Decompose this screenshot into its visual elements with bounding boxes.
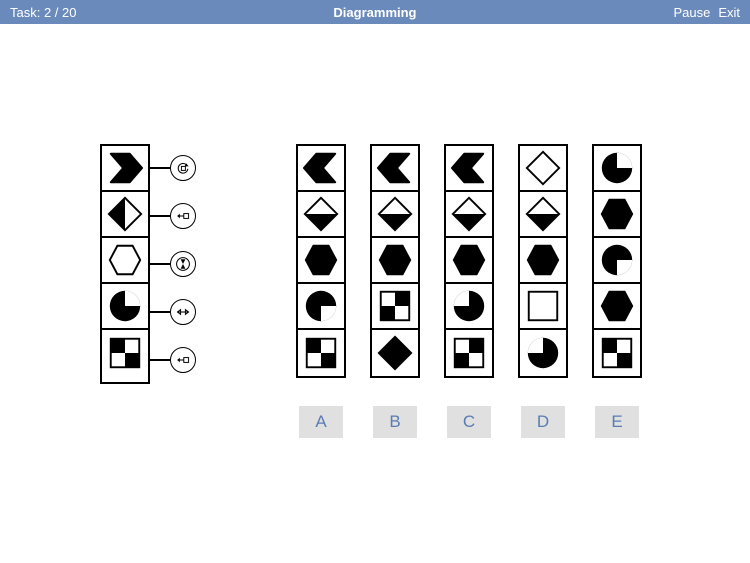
answer-option: C bbox=[444, 144, 494, 438]
answer-cell bbox=[446, 146, 492, 192]
operation-icon bbox=[170, 155, 196, 181]
answer-cell bbox=[594, 284, 640, 330]
source-cell bbox=[102, 192, 148, 238]
operation-icon bbox=[170, 299, 196, 325]
page-title: Diagramming bbox=[76, 5, 673, 20]
answer-cell bbox=[520, 284, 566, 330]
answer-cell bbox=[372, 330, 418, 376]
answer-cell bbox=[372, 284, 418, 330]
source-column bbox=[100, 144, 150, 384]
operations-column bbox=[150, 144, 196, 384]
answer-cell bbox=[298, 238, 344, 284]
answer-cell bbox=[594, 146, 640, 192]
answer-cell bbox=[520, 330, 566, 376]
answer-cell bbox=[446, 284, 492, 330]
answer-cell bbox=[594, 192, 640, 238]
answer-cell bbox=[298, 192, 344, 238]
header-bar: Task: 2 / 20 Diagramming Pause Exit bbox=[0, 0, 750, 24]
operation-row bbox=[150, 144, 196, 192]
operation-row bbox=[150, 288, 196, 336]
answer-button[interactable]: C bbox=[447, 406, 491, 438]
answer-cell bbox=[298, 284, 344, 330]
operation-row bbox=[150, 240, 196, 288]
operation-icon bbox=[170, 347, 196, 373]
answer-cell bbox=[372, 146, 418, 192]
answer-column bbox=[518, 144, 568, 378]
answer-option: A bbox=[296, 144, 346, 438]
answer-button[interactable]: B bbox=[373, 406, 417, 438]
answer-button[interactable]: A bbox=[299, 406, 343, 438]
answer-cell bbox=[446, 238, 492, 284]
answer-cell bbox=[520, 146, 566, 192]
source-area bbox=[100, 144, 196, 384]
task-counter: Task: 2 / 20 bbox=[10, 5, 76, 20]
answer-cell bbox=[594, 330, 640, 376]
operation-row bbox=[150, 336, 196, 384]
answer-cell bbox=[446, 192, 492, 238]
answer-option: B bbox=[370, 144, 420, 438]
answer-options: ABCDE bbox=[296, 144, 642, 438]
answer-button[interactable]: E bbox=[595, 406, 639, 438]
answer-cell bbox=[520, 192, 566, 238]
answer-cell bbox=[298, 146, 344, 192]
source-cell bbox=[102, 146, 148, 192]
answer-button[interactable]: D bbox=[521, 406, 565, 438]
answer-column bbox=[370, 144, 420, 378]
answer-cell bbox=[520, 238, 566, 284]
source-cell bbox=[102, 238, 148, 284]
pause-button[interactable]: Pause bbox=[673, 5, 710, 20]
source-cell bbox=[102, 284, 148, 330]
answer-option: E bbox=[592, 144, 642, 438]
source-cell bbox=[102, 330, 148, 376]
answer-cell bbox=[594, 238, 640, 284]
answer-cell bbox=[446, 330, 492, 376]
answer-cell bbox=[372, 238, 418, 284]
answer-cell bbox=[372, 192, 418, 238]
operation-icon bbox=[170, 203, 196, 229]
operation-icon bbox=[170, 251, 196, 277]
operation-row bbox=[150, 192, 196, 240]
answer-column bbox=[296, 144, 346, 378]
exit-button[interactable]: Exit bbox=[718, 5, 740, 20]
answer-column bbox=[592, 144, 642, 378]
answer-column bbox=[444, 144, 494, 378]
answer-cell bbox=[298, 330, 344, 376]
answer-option: D bbox=[518, 144, 568, 438]
